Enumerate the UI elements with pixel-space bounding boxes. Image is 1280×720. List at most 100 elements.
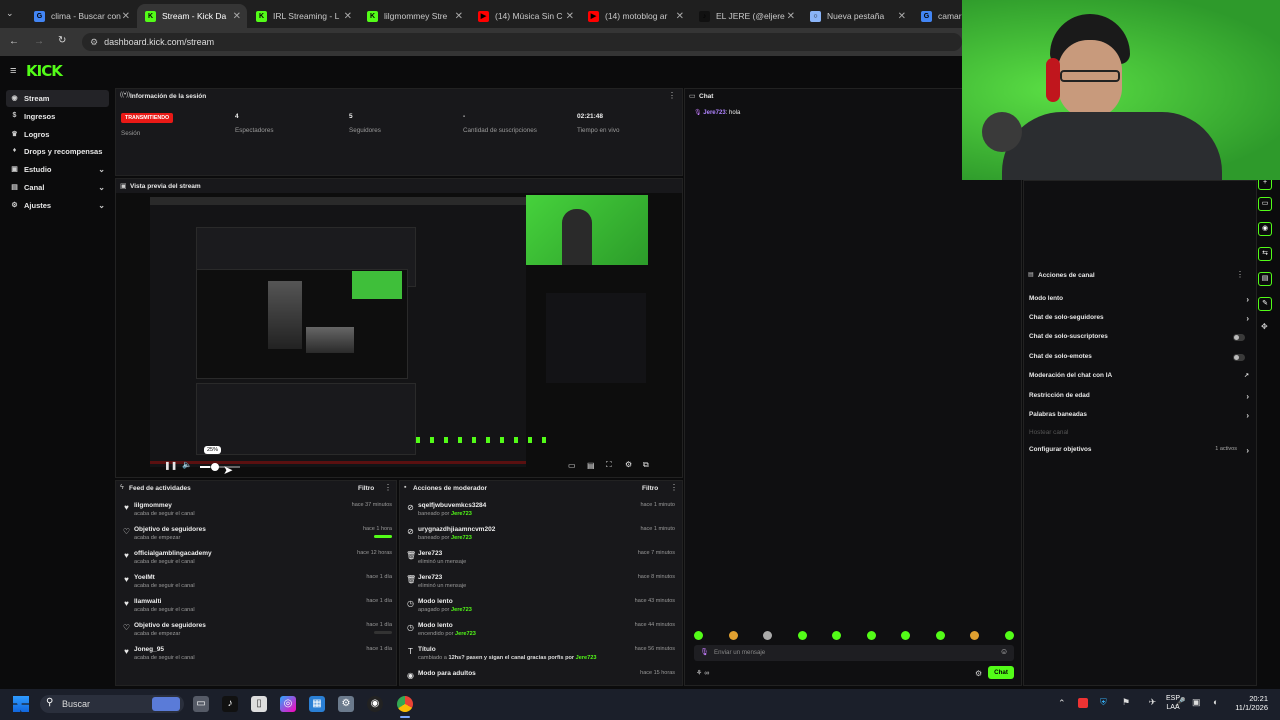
emote-icon[interactable] bbox=[832, 631, 841, 640]
volume-icon[interactable]: 🔈 bbox=[182, 460, 192, 469]
tray-app-icon[interactable] bbox=[1078, 698, 1088, 708]
site-info-icon[interactable]: ⚙ bbox=[90, 37, 98, 48]
mod-menu-icon[interactable]: ⋮ bbox=[670, 483, 678, 492]
close-tab-icon[interactable]: ✕ bbox=[233, 11, 241, 22]
theater-icon[interactable]: ▤ bbox=[587, 461, 595, 470]
activity-filter-button[interactable]: Filtro bbox=[358, 485, 374, 492]
obs-app-icon[interactable]: ◉ bbox=[367, 696, 383, 712]
mod-action-row[interactable]: ◉ Modo para adultos hace 15 horas bbox=[406, 670, 675, 686]
channel-action-item[interactable]: Chat de solo-seguidores › bbox=[1029, 314, 1249, 328]
channel-action-item[interactable]: Chat de solo-emotes bbox=[1029, 353, 1249, 367]
mod-action-row[interactable]: 🗑 Jere723 eliminó un mensaje hace 8 minutos bbox=[406, 574, 675, 598]
sidebar-item-logros[interactable]: ♛ Logros bbox=[6, 126, 109, 143]
task-view-icon[interactable]: ▭ bbox=[193, 696, 209, 712]
tiktok-app-icon[interactable]: ♪ bbox=[222, 696, 238, 712]
mod-by-user[interactable]: Jere723 bbox=[455, 631, 476, 637]
tray-icons[interactable]: ⌃ bbox=[1058, 698, 1072, 709]
volume-thumb[interactable] bbox=[211, 463, 219, 471]
sidebar-item-ajustes[interactable]: ⚙ Ajustes ⌄ bbox=[6, 197, 109, 214]
tool-icon-5[interactable]: ▤ bbox=[1258, 272, 1272, 286]
tool-icon-3[interactable]: ◉ bbox=[1258, 222, 1272, 236]
channel-actions-menu-icon[interactable]: ⋮ bbox=[1236, 270, 1244, 279]
mod-filter-button[interactable]: Filtro bbox=[642, 485, 658, 492]
channel-action-item[interactable]: Configurar objetivos › 1 activos bbox=[1029, 446, 1249, 460]
clip-icon[interactable]: ▭ bbox=[568, 461, 576, 470]
mod-action-row[interactable]: ⊘ urygnazdhjiaamncvm202 baneado por Jere72… bbox=[406, 526, 675, 550]
toggle-switch[interactable] bbox=[1233, 334, 1245, 341]
volume-slider[interactable] bbox=[200, 463, 240, 471]
browser-tab[interactable]: Klilgmommey Stre ✕ bbox=[359, 4, 469, 28]
store-app-icon[interactable]: ▦ bbox=[309, 696, 325, 712]
close-tab-icon[interactable]: ✕ bbox=[898, 11, 906, 22]
channel-action-item[interactable]: Modo lento › bbox=[1029, 295, 1249, 309]
browser-tab[interactable]: ▶ (14) motoblog ar ✕ bbox=[580, 4, 690, 28]
mod-action-row[interactable]: 🗑 Jere723 eliminó un mensaje hace 7 minutos bbox=[406, 550, 675, 574]
session-menu-icon[interactable]: ⋮ bbox=[668, 91, 676, 100]
sidebar-item-canal[interactable]: ▤ Canal ⌄ bbox=[6, 179, 109, 196]
menu-icon[interactable]: ≡ bbox=[10, 65, 16, 77]
file-app-icon[interactable]: ▯ bbox=[251, 696, 267, 712]
activity-row[interactable]: ♥ lilgmommey acaba de seguir el canal hace … bbox=[122, 502, 392, 526]
popout-icon[interactable]: ⧉ bbox=[643, 460, 649, 470]
channel-action-item[interactable]: Moderación del chat con IA ↗ bbox=[1029, 372, 1249, 386]
reload-icon[interactable]: ↻ bbox=[58, 35, 66, 46]
tray-shield-icon[interactable]: ⛨ bbox=[1100, 697, 1107, 708]
sidebar-item-drops[interactable]: ♦ Drops y recompensas bbox=[6, 143, 109, 160]
taskbar-search[interactable]: ⚲ Buscar bbox=[40, 695, 184, 713]
mod-action-row[interactable]: T Título cambiado a 12hs? pasen y sigan el… bbox=[406, 646, 675, 670]
emote-icon[interactable] bbox=[763, 631, 772, 640]
emote-icon[interactable] bbox=[970, 631, 979, 640]
browser-tab[interactable]: ○ Nueva pestaña ✕ bbox=[802, 4, 912, 28]
tool-icon-6[interactable]: ✎ bbox=[1258, 297, 1272, 311]
activity-row[interactable]: ♥ llamwalti acaba de seguir el canal hace 1… bbox=[122, 598, 392, 622]
url-field[interactable]: ⚙ dashboard.kick.com/stream bbox=[82, 33, 962, 51]
tab-list-button[interactable]: ⌄ bbox=[6, 8, 14, 19]
browser-tab[interactable]: ▶ (14) Música Sin C ✕ bbox=[470, 4, 580, 28]
mod-by-user[interactable]: Jere723 bbox=[451, 535, 472, 541]
close-tab-icon[interactable]: ✕ bbox=[676, 11, 684, 22]
tool-icon-7[interactable]: ✥ bbox=[1261, 322, 1268, 331]
sidebar-item-ingresos[interactable]: $ Ingresos bbox=[6, 108, 109, 125]
emote-icon[interactable] bbox=[694, 631, 703, 640]
chat-settings-icon[interactable]: ⚙ bbox=[975, 669, 982, 678]
chat-input[interactable]: 🎙 Enviar un mensaje ☺ bbox=[694, 645, 1014, 661]
browser-tab[interactable]: ♪ EL JERE (@eljere ✕ bbox=[691, 4, 801, 28]
mod-action-row[interactable]: ⊘ sqelfjwbuvemkcs3284 baneado por Jere723 h… bbox=[406, 502, 675, 526]
emote-icon[interactable] bbox=[935, 631, 945, 640]
emote-icon[interactable] bbox=[901, 631, 910, 640]
activity-row[interactable]: ♥ officialgamblingacademy acaba de seguir … bbox=[122, 550, 392, 574]
settings-icon[interactable]: ⚙ bbox=[625, 460, 632, 469]
tool-icon-2[interactable]: ▭ bbox=[1258, 197, 1272, 211]
back-icon[interactable]: ← bbox=[9, 36, 19, 47]
close-tab-icon[interactable]: ✕ bbox=[455, 11, 463, 22]
emoji-picker-icon[interactable]: ☺ bbox=[1000, 647, 1008, 656]
mod-action-row[interactable]: ◷ Modo lento encendido por Jere723 hace 44 … bbox=[406, 622, 675, 646]
mod-by-user[interactable]: Jere723 bbox=[451, 607, 472, 613]
tray-network-icons[interactable]: ⚑ ✈ 🎤 bbox=[1122, 697, 1194, 708]
lang-indicator[interactable]: ESP LAA bbox=[1166, 694, 1180, 712]
emote-icon[interactable] bbox=[866, 631, 876, 640]
tool-icon-4[interactable]: ⇆ bbox=[1258, 247, 1272, 261]
emote-icon[interactable] bbox=[1004, 631, 1014, 640]
activity-row[interactable]: ♥ Joneg_95 acaba de seguir el canal hace 1 … bbox=[122, 646, 392, 670]
close-tab-icon[interactable]: ✕ bbox=[122, 11, 130, 22]
close-tab-icon[interactable]: ✕ bbox=[787, 11, 795, 22]
activity-row[interactable]: ♡ Objetivo de seguidores acaba de empezar h… bbox=[122, 526, 392, 550]
chat-user[interactable]: Jere723 bbox=[703, 110, 725, 116]
chrome-app-icon[interactable] bbox=[397, 696, 413, 712]
copilot-app-icon[interactable]: ◎ bbox=[280, 696, 296, 712]
sidebar-item-estudio[interactable]: ▣ Estudio ⌄ bbox=[6, 161, 109, 178]
sidebar-item-stream[interactable]: ◉ Stream bbox=[6, 90, 109, 107]
settings-app-icon[interactable]: ⚙ bbox=[338, 696, 354, 712]
channel-action-item[interactable]: Restricción de edad › bbox=[1029, 392, 1249, 406]
browser-tab[interactable]: K IRL Streaming - L ✕ bbox=[248, 4, 358, 28]
mod-by-user[interactable]: Jere723 bbox=[576, 655, 597, 661]
pause-icon[interactable]: ❚❚ bbox=[164, 461, 177, 470]
stream-preview-video[interactable]: ❚❚ 🔈 25% ▭ ▤ ⛶ ⚙ ⧉ ➤ bbox=[116, 193, 682, 477]
fullscreen-icon[interactable]: ⛶ bbox=[606, 460, 612, 470]
activity-row[interactable]: ♥ YoelMt acaba de seguir el canal hace 1 dí… bbox=[122, 574, 392, 598]
forward-icon[interactable]: → bbox=[34, 36, 44, 47]
close-tab-icon[interactable]: ✕ bbox=[344, 11, 352, 22]
emote-icon[interactable] bbox=[728, 631, 738, 640]
mod-by-user[interactable]: Jere723 bbox=[451, 511, 472, 517]
